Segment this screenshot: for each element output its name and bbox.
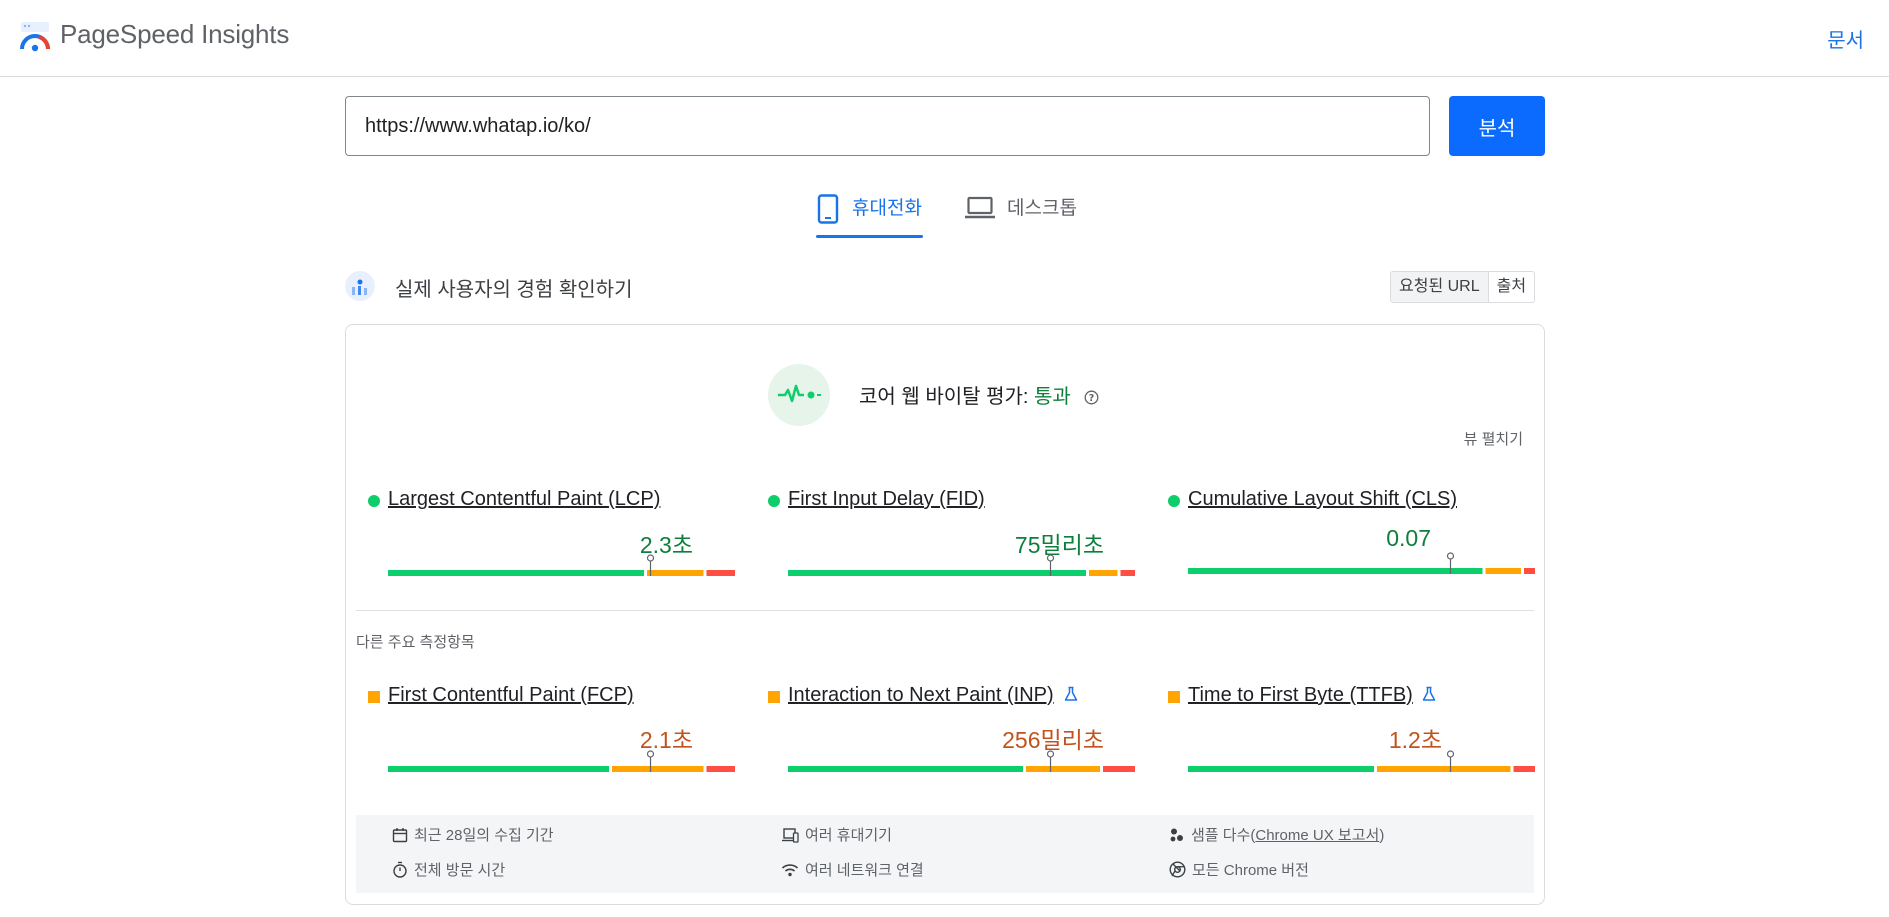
metric-name-link[interactable]: First Contentful Paint (FCP) — [388, 684, 634, 707]
status-average-indicator — [1168, 691, 1180, 703]
status-average-indicator — [368, 691, 380, 703]
sample-source-text: 샘플 다수(Chrome UX 보고서) — [1191, 827, 1385, 844]
metric-name-link[interactable]: First Input Delay (FID) — [788, 488, 985, 511]
origin-toggle[interactable]: 출처 — [1489, 272, 1534, 302]
collection-period: 최근 28일의 수집 기간 — [392, 824, 554, 845]
stopwatch-icon — [393, 861, 407, 878]
p75-marker-pin — [646, 750, 655, 758]
chrome-icon — [1169, 861, 1186, 878]
url-input[interactable] — [345, 96, 1430, 156]
needs-improvement-segment — [1026, 766, 1100, 772]
needs-improvement-segment — [1377, 766, 1511, 772]
cwv-assessment-result: 통과 — [1034, 386, 1071, 408]
poor-segment — [1120, 570, 1135, 576]
laptop-icon — [965, 196, 995, 219]
good-segment — [388, 766, 609, 772]
metric-name-link[interactable]: Time to First Byte (TTFB) — [1188, 684, 1413, 707]
good-segment — [788, 570, 1086, 576]
distribution-bar — [388, 750, 735, 772]
p75-marker-pin — [1446, 552, 1455, 560]
metric-name-text: Interaction to Next Paint (INP) — [788, 684, 1054, 706]
good-segment — [388, 570, 644, 576]
good-segment — [1188, 766, 1374, 772]
group-icon — [1170, 828, 1183, 841]
tab-mobile-label: 휴대전화 — [852, 198, 922, 219]
chrome-ux-report-link[interactable]: Chrome UX 보고서 — [1255, 827, 1379, 844]
metric-name-link[interactable]: Largest Contentful Paint (LCP) — [388, 488, 660, 511]
network-types: 여러 네트워크 연결 — [781, 859, 924, 880]
poor-segment — [1103, 766, 1135, 772]
wifi-icon — [781, 863, 799, 876]
distribution-bar — [388, 554, 735, 576]
devices-icon — [782, 827, 799, 843]
metric-name-link[interactable]: Cumulative Layout Shift (CLS) — [1188, 488, 1457, 511]
distribution-bar — [1188, 552, 1535, 574]
status-good-indicator — [1168, 495, 1180, 507]
chrome-versions: 모든 Chrome 버전 — [1169, 859, 1309, 880]
users-chart-icon — [345, 271, 375, 301]
status-average-indicator — [768, 691, 780, 703]
visit-duration: 전체 방문 시간 — [392, 859, 505, 880]
needs-improvement-segment — [647, 570, 704, 576]
good-segment — [1188, 568, 1483, 574]
distribution-bar — [1188, 750, 1535, 772]
other-metrics-label: 다른 주요 측정항목 — [356, 634, 475, 651]
expand-view-toggle[interactable]: 뷰 펼치기 — [1464, 428, 1523, 449]
analyze-button[interactable]: 분석 — [1449, 96, 1545, 156]
metric-name-text: Time to First Byte (TTFB) — [1188, 684, 1413, 706]
section-divider — [356, 610, 1534, 611]
poor-segment — [1513, 766, 1535, 772]
p75-marker-pin — [1046, 554, 1055, 562]
needs-improvement-segment — [1089, 570, 1118, 576]
requested-url-toggle[interactable]: 요청된 URL — [1391, 272, 1489, 302]
poor-segment — [1524, 568, 1535, 574]
poor-segment — [706, 766, 735, 772]
p75-marker-pin — [1446, 750, 1455, 758]
smartphone-icon — [817, 194, 839, 224]
distribution-bar — [788, 750, 1135, 772]
vitals-pulse-icon — [768, 364, 830, 426]
app-title: PageSpeed Insights — [60, 19, 290, 49]
url-origin-toggle: 요청된 URL 출처 — [1390, 271, 1536, 303]
needs-improvement-segment — [1485, 568, 1521, 574]
collection-period-text: 최근 28일의 수집 기간 — [414, 827, 554, 844]
calendar-icon — [392, 827, 408, 842]
docs-link[interactable]: 문서 — [1827, 24, 1864, 53]
tab-desktop[interactable]: 데스크톱 — [965, 193, 1077, 237]
metric-name-link[interactable]: Interaction to Next Paint (INP) — [788, 684, 1054, 707]
svg-text:?: ? — [1089, 393, 1095, 404]
tab-mobile[interactable]: 휴대전화 — [816, 193, 922, 237]
cwv-assessment-label: 코어 웹 바이탈 평가: — [859, 386, 1029, 408]
poor-segment — [706, 570, 735, 576]
needs-improvement-segment — [612, 766, 704, 772]
visit-duration-text: 전체 방문 시간 — [414, 862, 506, 879]
help-icon[interactable]: ? — [1084, 390, 1099, 405]
device-types: 여러 휴대기기 — [781, 824, 892, 845]
pagespeed-logo-icon — [20, 22, 50, 52]
lab-flask-icon — [1064, 686, 1078, 701]
device-types-text: 여러 휴대기기 — [805, 827, 892, 844]
network-types-text: 여러 네트워크 연결 — [805, 862, 924, 879]
field-data-title: 실제 사용자의 경험 확인하기 — [395, 279, 633, 301]
app-header: PageSpeed Insights 문서 — [0, 0, 1889, 77]
tab-desktop-label: 데스크톱 — [1007, 198, 1077, 219]
p75-marker-pin — [1046, 750, 1055, 758]
good-segment — [788, 766, 1023, 772]
cwv-assessment: 코어 웹 바이탈 평가: 통과 ? — [859, 380, 1099, 409]
tab-selected-indicator — [816, 235, 923, 238]
p75-marker-pin — [646, 554, 655, 562]
lab-flask-icon — [1422, 686, 1436, 701]
status-good-indicator — [368, 495, 380, 507]
metric-value: 0.07 — [1386, 525, 1431, 551]
chrome-versions-text: 모든 Chrome 버전 — [1192, 862, 1309, 879]
status-good-indicator — [768, 495, 780, 507]
distribution-bar — [788, 554, 1135, 576]
sample-source: 샘플 다수(Chrome UX 보고서) — [1169, 824, 1384, 845]
